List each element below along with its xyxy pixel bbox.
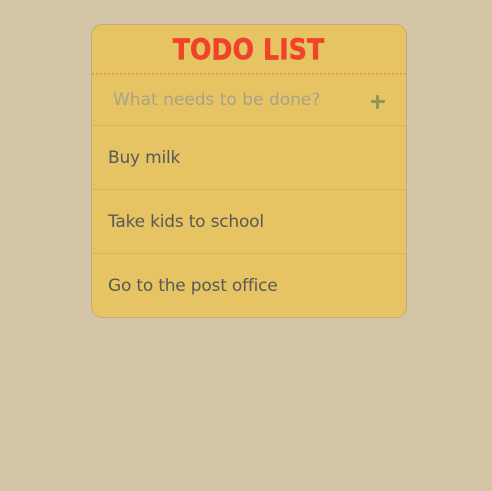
- todo-item-label: Buy milk: [108, 147, 181, 168]
- page-title: TODO LIST: [173, 33, 325, 67]
- plus-icon[interactable]: [369, 93, 387, 111]
- todo-item[interactable]: Take kids to school: [92, 190, 406, 254]
- new-todo-row: [92, 75, 406, 126]
- todo-item[interactable]: Buy milk: [92, 126, 406, 190]
- new-todo-input[interactable]: [113, 85, 369, 115]
- todo-header: TODO LIST: [92, 25, 406, 75]
- todo-item[interactable]: Go to the post office: [92, 254, 406, 317]
- todo-item-label: Take kids to school: [108, 211, 264, 232]
- todo-card: TODO LIST Buy milk Take kids to school G…: [91, 24, 407, 318]
- todo-item-label: Go to the post office: [108, 276, 278, 296]
- todo-list: Buy milk Take kids to school Go to the p…: [92, 126, 406, 317]
